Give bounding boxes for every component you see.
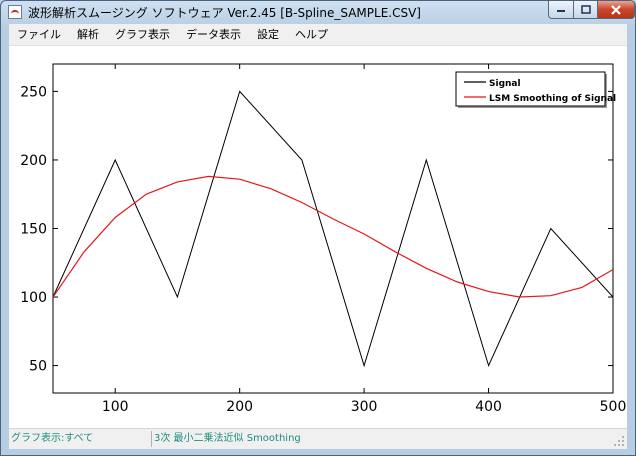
y-tick-label: 100 <box>20 290 47 306</box>
x-tick-label: 300 <box>351 399 378 415</box>
status-bar: グラフ表示:すべて 3次 最小二乗法近似 Smoothing <box>9 428 627 449</box>
status-graph-display: グラフ表示:すべて <box>9 431 152 447</box>
legend-label: Signal <box>489 79 521 89</box>
plot-frame <box>52 63 614 394</box>
maximize-button[interactable] <box>573 1 598 19</box>
waveform-chart[interactable]: 50 100 150 200 250 100 200 300 400 500 Signal LSM S… <box>9 46 627 428</box>
signal-series-line <box>53 90 613 368</box>
maximize-icon <box>580 5 591 14</box>
y-tick-label: 150 <box>20 222 47 238</box>
x-tick-label: 400 <box>475 399 502 415</box>
menu-bar: ファイル 解析 グラフ表示 データ表示 設定 ヘルプ <box>9 24 627 46</box>
app-waveform-icon[interactable] <box>8 5 22 19</box>
smoothing-series-line <box>53 175 613 298</box>
menu-file[interactable]: ファイル <box>9 25 69 44</box>
title-bar[interactable]: 波形解析スムージング ソフトウェア Ver.2.45 [B-Spline_SAM… <box>1 1 635 23</box>
x-tick-label: 500 <box>600 399 627 415</box>
menu-settings[interactable]: 設定 <box>249 25 287 44</box>
chart-area: 50 100 150 200 250 100 200 300 400 500 Signal LSM S… <box>9 46 627 428</box>
minimize-button[interactable] <box>548 1 574 19</box>
legend-label: LSM Smoothing of Signal <box>489 94 616 104</box>
menu-graph-view[interactable]: グラフ表示 <box>107 25 178 44</box>
window-title: 波形解析スムージング ソフトウェア Ver.2.45 [B-Spline_SAM… <box>28 6 421 20</box>
minimize-icon <box>557 9 565 12</box>
y-tick-label: 250 <box>20 84 47 100</box>
menu-help[interactable]: ヘルプ <box>287 25 336 44</box>
resize-grip-icon[interactable] <box>613 435 625 447</box>
app-window: 波形解析スムージング ソフトウェア Ver.2.45 [B-Spline_SAM… <box>0 0 636 456</box>
status-smoothing-method: 3次 最小二乗法近似 Smoothing <box>154 433 301 444</box>
y-tick-label: 50 <box>29 359 47 375</box>
menu-analysis[interactable]: 解析 <box>69 25 107 44</box>
menu-data-view[interactable]: データ表示 <box>178 25 249 44</box>
x-tick-label: 200 <box>226 399 253 415</box>
close-icon <box>611 4 621 15</box>
x-tick-label: 100 <box>102 399 129 415</box>
y-tick-label: 200 <box>20 153 47 169</box>
close-button[interactable] <box>597 1 635 19</box>
